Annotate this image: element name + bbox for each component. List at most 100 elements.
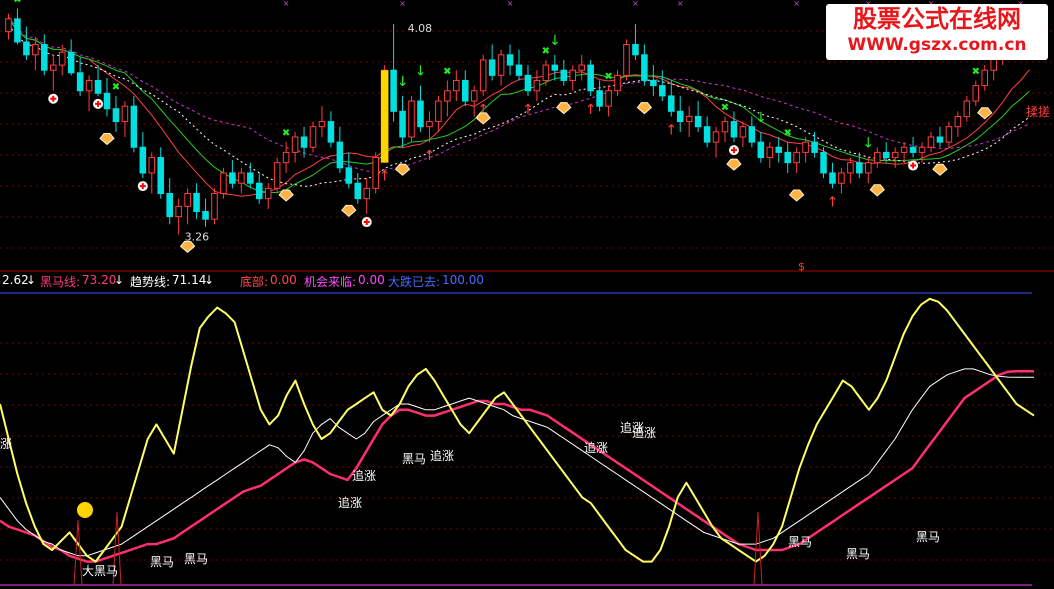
buy-arrow-icon: ↑: [424, 148, 436, 164]
indicator-label: 追涨: [632, 425, 656, 440]
candle-body: [730, 121, 738, 138]
spike-mark: [73, 519, 83, 586]
coin-icon: [77, 502, 93, 518]
diamond-icon: [475, 112, 491, 125]
x-mark-icon: ✖: [784, 128, 792, 139]
buy-arrow-icon: ↑: [379, 169, 391, 185]
indicator-label: 追涨: [430, 448, 454, 463]
candle-body: [506, 54, 514, 66]
indicator-label: 黑马: [846, 547, 870, 561]
indicator-label: 黑马: [402, 452, 426, 466]
qushi-label: 趋势线:: [130, 275, 171, 289]
candle-body: [247, 172, 254, 184]
buy-arrow-icon: ↑: [585, 102, 597, 118]
sell-arrow-icon: ↓: [397, 74, 409, 90]
watermark-logo: 股票公式在线网 WWW.gszx.com.cn: [826, 4, 1048, 60]
candle-body: [363, 187, 371, 200]
candle-body: [408, 100, 415, 138]
candle-body: [390, 69, 397, 112]
candle-body: [444, 90, 451, 102]
indicator-lines: [0, 297, 1035, 586]
indicator-label: 黑马: [788, 535, 812, 549]
candle-body: [685, 115, 693, 123]
candle-body: [58, 51, 66, 66]
candle-body: [327, 121, 335, 143]
candle-body: [94, 79, 102, 94]
dibu-label: 底部:: [240, 275, 269, 289]
candle-body: [515, 64, 523, 76]
top-tick-icon: ×: [632, 0, 639, 8]
low-price-label: 3.26: [185, 231, 210, 244]
candle-body: [354, 182, 362, 200]
candle-body: [909, 146, 917, 153]
candle-body: [659, 85, 666, 97]
candle-body: [372, 157, 379, 189]
candle-body: [820, 151, 827, 174]
candle-body: [694, 115, 702, 128]
candle-body: [560, 69, 568, 81]
bottom-dollar-mark: $: [798, 260, 805, 273]
diamond-icon: [788, 189, 805, 202]
x-mark-icon: ✖: [542, 46, 550, 57]
candle-body: [569, 69, 577, 81]
candle-body: [748, 126, 756, 143]
candle-body: [551, 64, 559, 71]
candle-body: [417, 100, 424, 128]
buy-arrow-icon: ↑: [522, 102, 534, 118]
candle-body: [345, 167, 353, 184]
diamond-icon: [394, 163, 411, 176]
candle-body: [5, 18, 12, 33]
candle-body: [229, 172, 236, 184]
candle-body: [112, 108, 120, 123]
candle-body: [453, 79, 460, 92]
diamond-icon: [869, 184, 885, 197]
candle-body: [650, 79, 657, 87]
buy-arrow-icon: ↑: [827, 194, 839, 210]
candle-body: [32, 44, 39, 56]
candle-body: [721, 121, 729, 133]
candle-body: [139, 146, 147, 174]
watermark-title: 股票公式在线网: [853, 5, 1021, 33]
top-tick-icon: ×: [507, 0, 514, 8]
candle-body: [238, 172, 245, 184]
candle-body: [775, 146, 783, 153]
candle-body: [103, 92, 111, 110]
candle-body: [614, 74, 621, 92]
candle-body: [865, 162, 872, 174]
diamond-icon: [278, 189, 294, 202]
candle-body: [829, 172, 836, 184]
buy-arrow-icon: ↑: [665, 122, 677, 138]
qushi-value: 71.14: [172, 273, 207, 287]
candle-body: [739, 126, 747, 138]
candle-body: [336, 141, 344, 169]
candle-body: [766, 146, 774, 159]
candle-body: [318, 121, 326, 128]
candle-body: [488, 59, 496, 76]
candle-body: [497, 54, 505, 76]
candle-body: [757, 141, 765, 159]
candle-body: [972, 85, 980, 102]
candle-body: [632, 44, 639, 56]
arrow-down-icon: ↓: [114, 273, 125, 287]
candle-body: [954, 115, 962, 128]
info-value-0: 2.62: [2, 273, 29, 287]
candle-body: [793, 151, 800, 164]
candle-body: [49, 64, 57, 71]
jihui-label: 机会来临:: [304, 275, 357, 289]
candle-body: [300, 136, 308, 148]
top-tick-icon: ×: [399, 0, 406, 8]
candle-body: [273, 162, 281, 189]
watermark-url: WWW.gszx.com.cn: [847, 35, 1027, 55]
candle-body: [470, 90, 478, 102]
dadie-label: 大跌已去:: [388, 275, 441, 289]
candle-body: [596, 90, 603, 107]
candle-body: [811, 141, 818, 153]
candle-body: [927, 136, 935, 148]
arrow-down-icon: ↓: [26, 273, 37, 287]
candle-body: [85, 79, 93, 92]
candle-body: [121, 105, 129, 123]
candle-body: [882, 151, 890, 159]
candle-body: [605, 90, 612, 107]
candle-body: [676, 110, 684, 123]
candle-body: [667, 95, 675, 112]
